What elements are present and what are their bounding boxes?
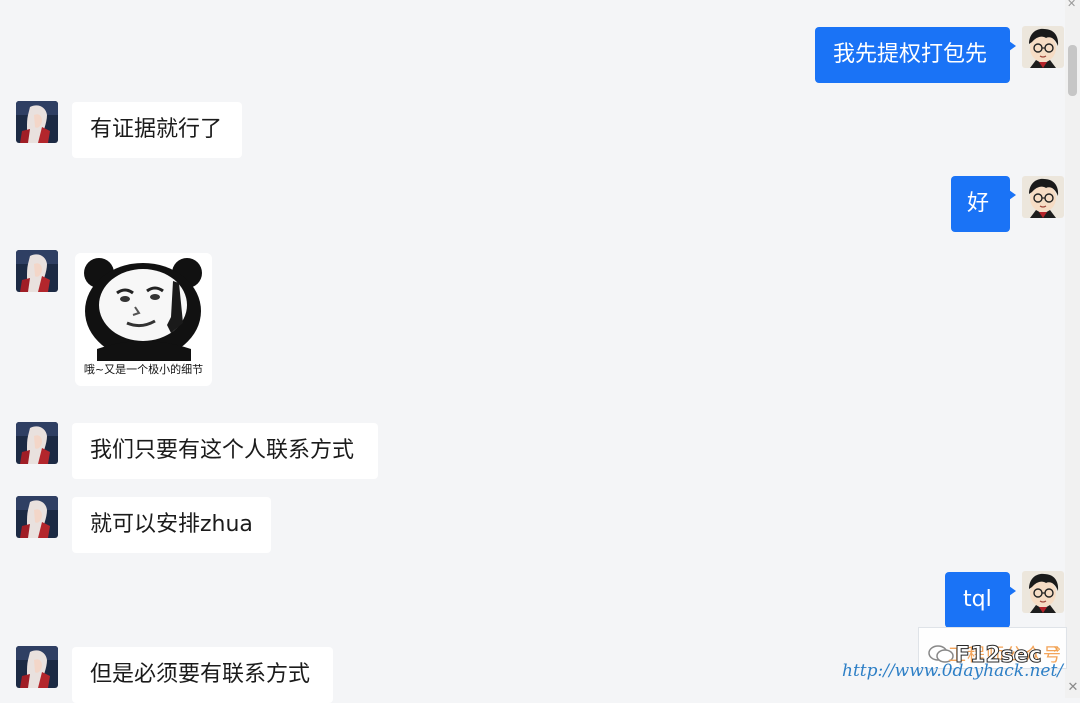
watermark-url: http://www.0dayhack.net/ <box>842 661 1064 681</box>
anime-avatar-icon <box>16 496 58 538</box>
chevron-down-icon: » <box>1053 642 1061 657</box>
scrollbar[interactable] <box>1065 0 1080 698</box>
anime-avatar-icon <box>16 646 58 688</box>
cartoon-avatar-icon <box>1022 176 1064 218</box>
message-bubble-outgoing[interactable]: tql <box>945 572 1016 628</box>
contact-avatar[interactable] <box>16 646 58 688</box>
message-bubble-outgoing[interactable]: 我先提权打包先 <box>815 27 1016 83</box>
panda-meme-image <box>75 253 212 361</box>
chat-area: 我先提权打包先 有证据就行了 好 哦~又是一个极小的细节 我们只要有这个人联系方… <box>0 0 1064 703</box>
contact-avatar[interactable] <box>16 496 58 538</box>
self-avatar[interactable] <box>1022 176 1064 218</box>
anime-avatar-icon <box>16 422 58 464</box>
message-bubble-outgoing[interactable]: 好 <box>951 176 1016 232</box>
chevron-up-icon[interactable]: ✕ <box>1067 0 1079 9</box>
contact-avatar[interactable] <box>16 101 58 143</box>
anime-avatar-icon <box>16 101 58 143</box>
message-bubble-incoming[interactable]: 我们只要有这个人联系方式 <box>72 423 378 479</box>
scrollbar-thumb[interactable] <box>1068 45 1077 96</box>
self-avatar[interactable] <box>1022 571 1064 613</box>
message-bubble-incoming[interactable]: 有证据就行了 <box>72 102 242 158</box>
message-bubble-incoming[interactable]: 就可以安排zhua <box>72 497 271 553</box>
anime-avatar-icon <box>16 250 58 292</box>
cartoon-avatar-icon <box>1022 26 1064 68</box>
sticker-caption: 哦~又是一个极小的细节 <box>83 363 204 376</box>
self-avatar[interactable] <box>1022 26 1064 68</box>
chevron-down-icon[interactable]: ✕ <box>1066 681 1080 695</box>
contact-avatar[interactable] <box>16 250 58 292</box>
contact-avatar[interactable] <box>16 422 58 464</box>
cartoon-avatar-icon <box>1022 571 1064 613</box>
message-bubble-incoming[interactable]: 但是必须要有联系方式 <box>72 647 333 703</box>
sticker-message[interactable]: 哦~又是一个极小的细节 <box>75 253 212 386</box>
